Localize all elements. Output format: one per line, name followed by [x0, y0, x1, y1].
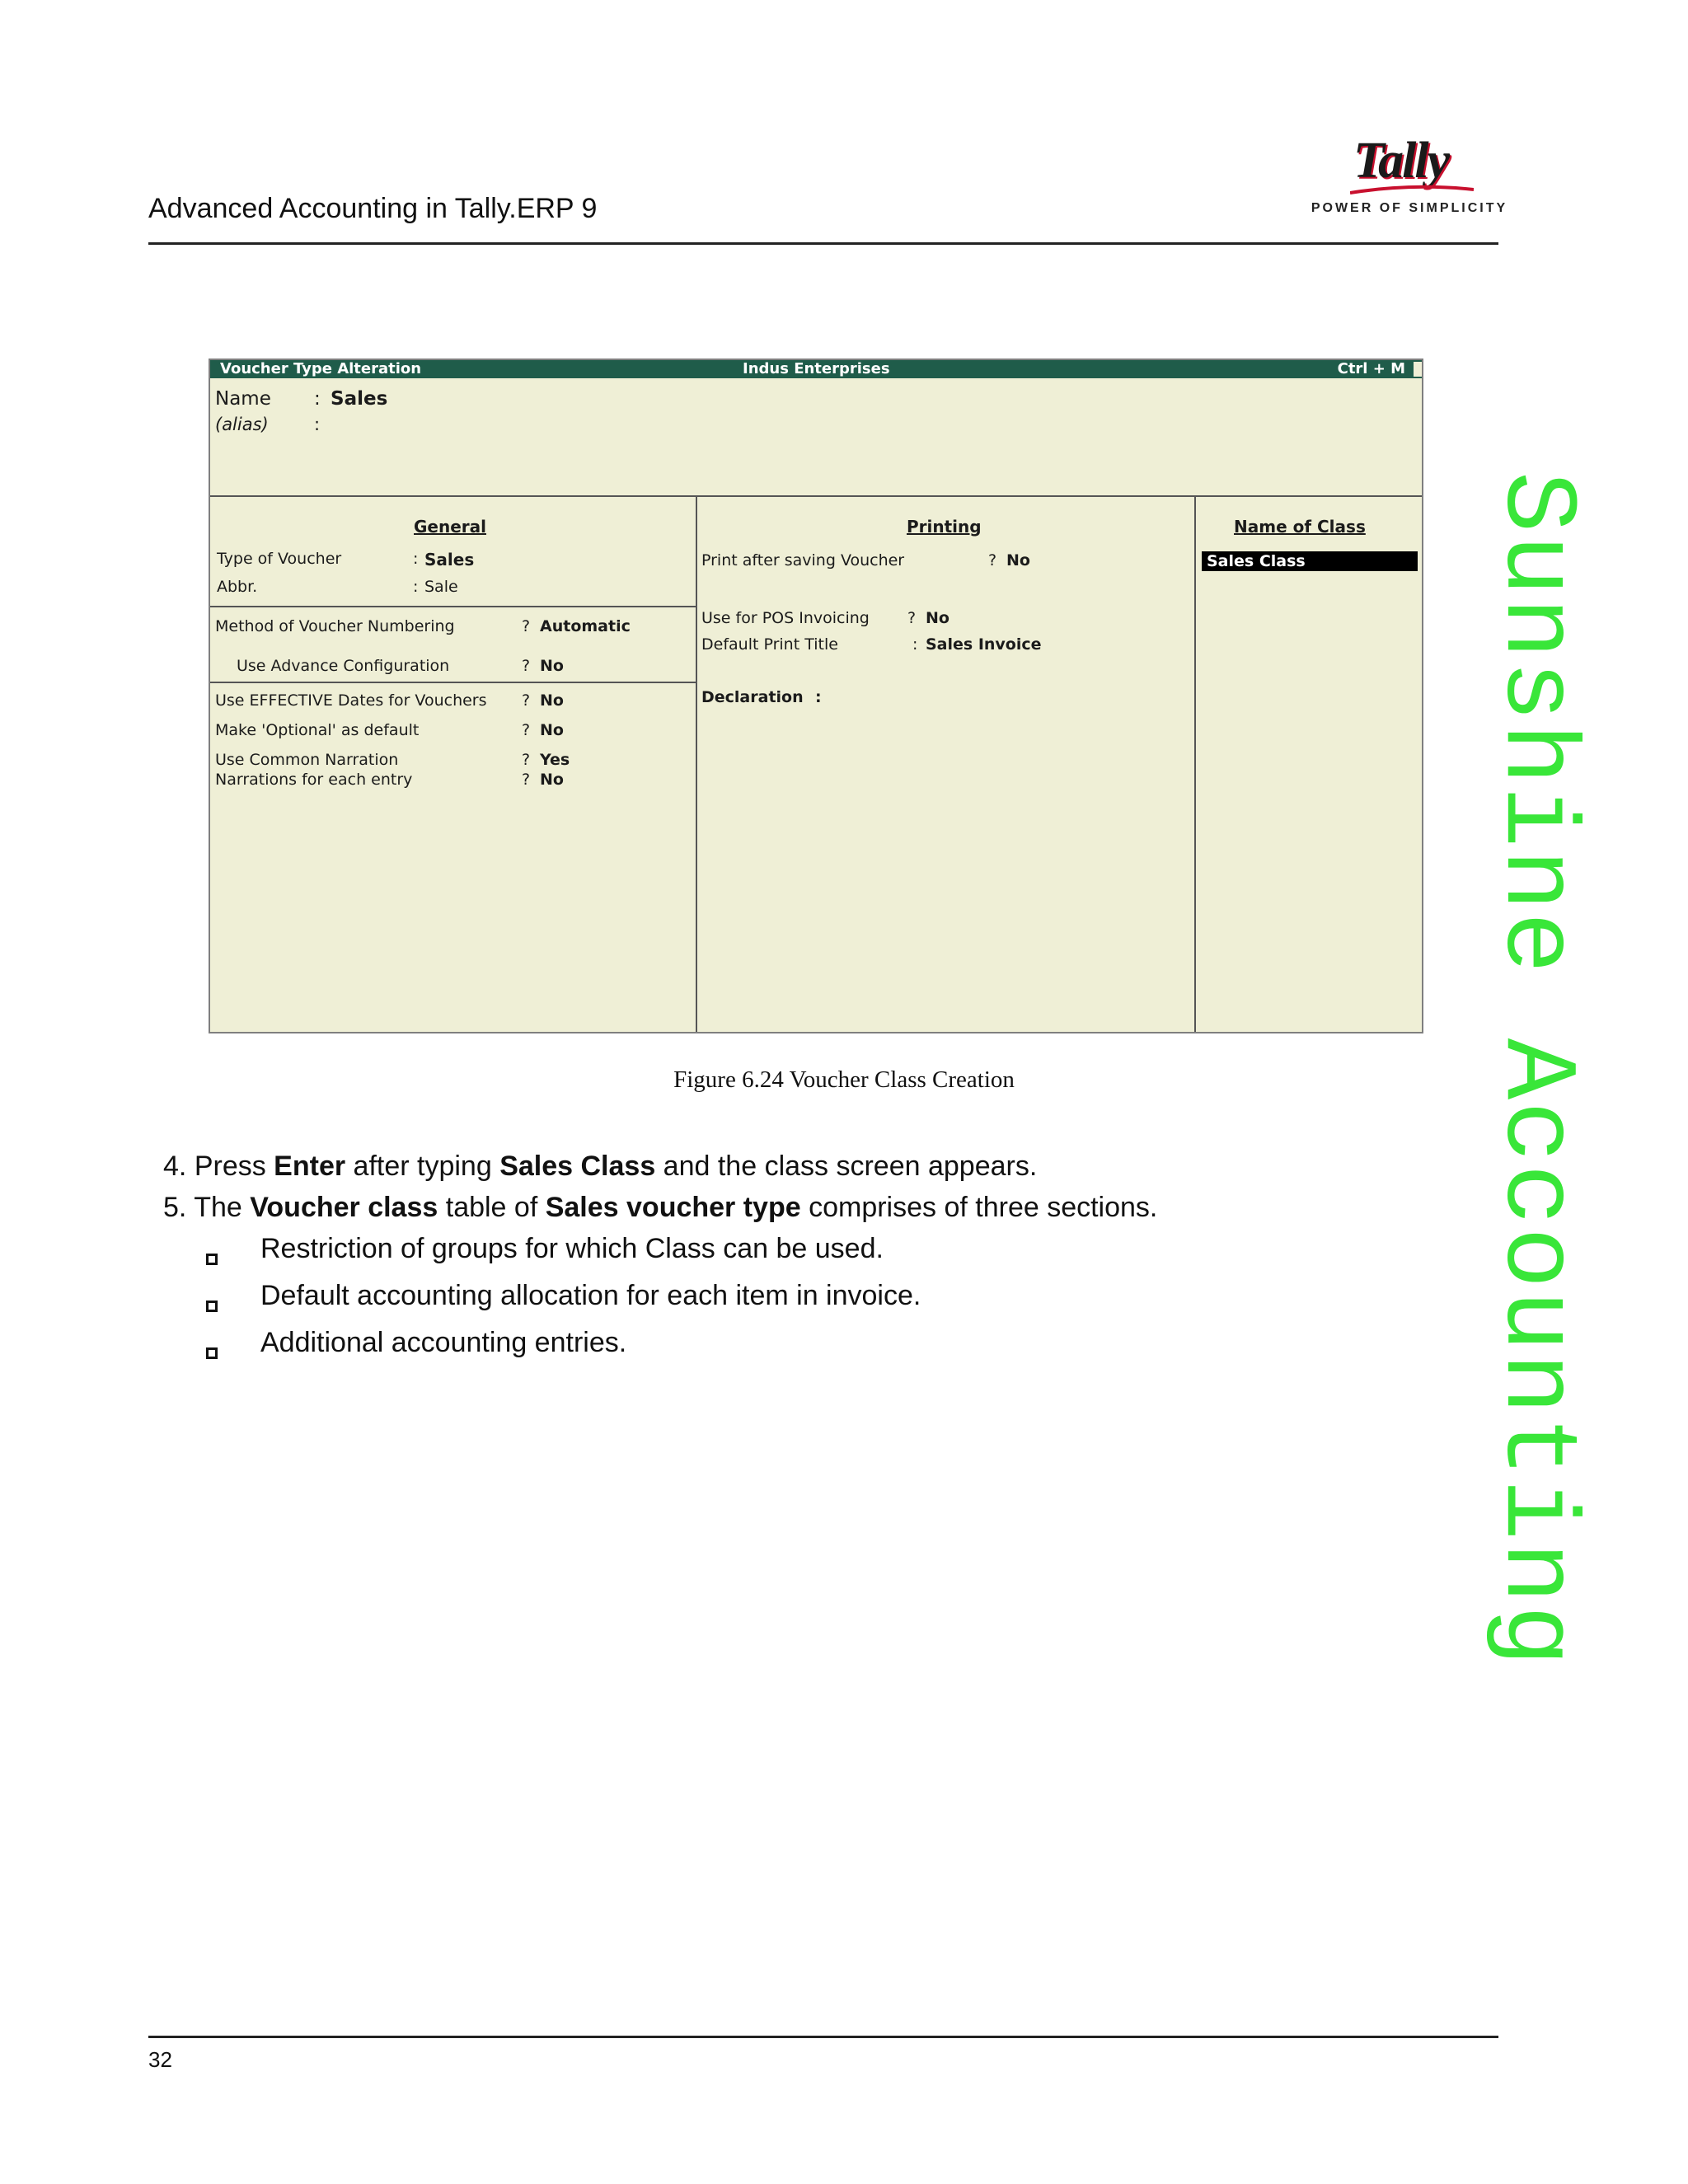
default-print-title-label: Default Print Title: [701, 635, 838, 654]
name-field[interactable]: Sales: [331, 388, 387, 410]
general-divider-1: [210, 606, 696, 607]
alias-label: (alias): [215, 415, 269, 434]
step-number: 5.: [163, 1192, 187, 1223]
general-heading: General: [414, 517, 486, 537]
voucher-numbering-sep: ?: [522, 617, 531, 635]
step-bold: Sales Class: [499, 1151, 656, 1182]
pos-invoicing-value[interactable]: No: [926, 609, 950, 627]
abbr-label: Abbr.: [217, 578, 258, 596]
tally-voucher-type-screen: Voucher Type Alteration Indus Enterprise…: [209, 359, 1423, 1033]
pos-invoicing-label: Use for POS Invoicing: [701, 609, 870, 627]
advance-config-sep: ?: [522, 657, 531, 675]
close-icon[interactable]: [1414, 362, 1422, 377]
advance-config-value[interactable]: No: [540, 657, 564, 675]
common-narration-sep: ?: [522, 751, 531, 769]
bullet-icon: [206, 1301, 218, 1312]
common-narration-value[interactable]: Yes: [540, 751, 570, 769]
print-after-saving-sep: ?: [988, 551, 997, 569]
alias-colon: :: [314, 415, 321, 434]
step-text: and the class screen appears.: [655, 1151, 1038, 1182]
effective-dates-label: Use EFFECTIVE Dates for Vouchers: [215, 691, 487, 710]
bullet-item: Default accounting allocation for each i…: [260, 1280, 921, 1311]
general-divider-2: [210, 682, 696, 683]
optional-default-sep: ?: [522, 721, 531, 739]
footer-divider: [148, 2036, 1498, 2038]
general-printing-divider: [696, 495, 697, 1032]
logo-tagline: POWER OF SIMPLICITY: [1311, 201, 1508, 215]
logo-wordmark: Tally: [1353, 133, 1450, 189]
bullet-icon: [206, 1254, 218, 1265]
page-number: 32: [148, 2047, 172, 2072]
step-text: comprises of three sections.: [800, 1192, 1158, 1223]
abbr-value[interactable]: Sale: [424, 578, 458, 596]
default-print-title-value[interactable]: Sales Invoice: [926, 635, 1042, 654]
watermark: Sunshine Accounting: [1477, 471, 1592, 1668]
name-section-divider: [210, 495, 1422, 497]
step-4: 4. Press Enter after typing Sales Class …: [163, 1151, 1037, 1183]
header-divider: [148, 242, 1498, 245]
step-bold: Voucher class: [250, 1192, 438, 1223]
step-text: Press: [194, 1151, 274, 1182]
pos-invoicing-sep: ?: [907, 609, 917, 627]
bullet-item: Additional accounting entries.: [260, 1327, 627, 1358]
figure-caption: Figure 6.24 Voucher Class Creation: [673, 1066, 1015, 1093]
step-text: table of: [438, 1192, 546, 1223]
step-text: The: [194, 1192, 251, 1223]
bullet-item: Restriction of groups for which Class ca…: [260, 1233, 884, 1264]
step-bold: Enter: [274, 1151, 346, 1182]
voucher-numbering-label: Method of Voucher Numbering: [215, 617, 455, 635]
advance-config-label: Use Advance Configuration: [237, 657, 450, 675]
optional-default-label: Make 'Optional' as default: [215, 721, 420, 739]
type-of-voucher-label: Type of Voucher: [217, 550, 342, 568]
tally-logo: Tally POWER OF SIMPLICITY: [1311, 132, 1508, 224]
screen-title: Voucher Type Alteration: [220, 360, 422, 377]
shortcut-hint[interactable]: Ctrl + M: [1338, 360, 1405, 378]
abbr-sep: :: [413, 578, 419, 596]
bullet-icon: [206, 1347, 218, 1359]
narrations-each-value[interactable]: No: [540, 771, 564, 789]
narrations-each-sep: ?: [522, 771, 531, 789]
step-text: after typing: [345, 1151, 500, 1182]
name-label: Name: [215, 388, 271, 410]
selected-class-item[interactable]: Sales Class: [1202, 551, 1418, 571]
step-5: 5. The Voucher class table of Sales vouc…: [163, 1192, 1157, 1224]
printing-class-divider: [1194, 495, 1196, 1032]
optional-default-value[interactable]: No: [540, 721, 564, 739]
step-number: 4.: [163, 1151, 187, 1182]
common-narration-label: Use Common Narration: [215, 751, 399, 769]
print-after-saving-value[interactable]: No: [1006, 551, 1030, 569]
step-bold: Sales voucher type: [545, 1192, 801, 1223]
type-of-voucher-sep: :: [413, 550, 419, 568]
print-after-saving-label: Print after saving Voucher: [701, 551, 905, 569]
logo-swoosh-icon: [1350, 185, 1474, 194]
narrations-each-label: Narrations for each entry: [215, 771, 413, 789]
company-name: Indus Enterprises: [743, 360, 890, 377]
name-colon: :: [314, 388, 321, 410]
screen-title-bar: Voucher Type Alteration Indus Enterprise…: [210, 360, 1422, 378]
default-print-title-sep: :: [912, 635, 918, 654]
effective-dates-value[interactable]: No: [540, 691, 564, 710]
printing-heading: Printing: [907, 517, 982, 537]
class-heading: Name of Class: [1234, 517, 1366, 537]
voucher-numbering-value[interactable]: Automatic: [540, 617, 631, 635]
running-header-title: Advanced Accounting in Tally.ERP 9: [148, 193, 598, 224]
type-of-voucher-value[interactable]: Sales: [424, 550, 474, 569]
declaration-colon: :: [815, 688, 822, 706]
effective-dates-sep: ?: [522, 691, 531, 710]
declaration-label: Declaration: [701, 688, 804, 706]
